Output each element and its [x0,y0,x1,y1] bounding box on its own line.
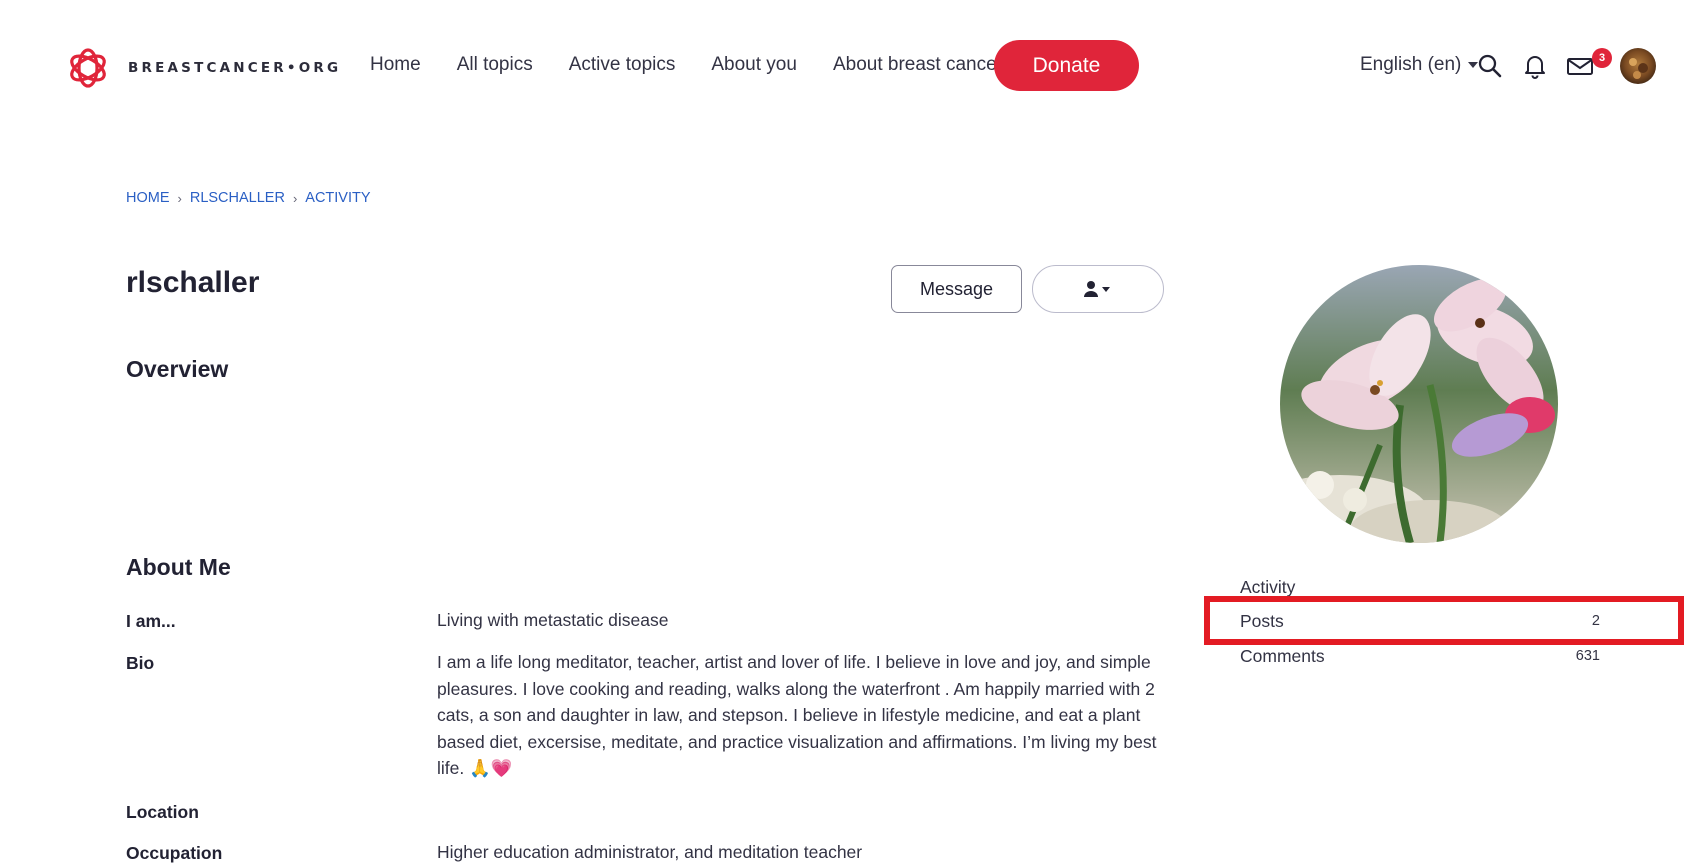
iam-label: I am... [126,611,176,631]
user-options-icon [1084,281,1110,297]
occupation-label: Occupation [126,843,223,863]
language-selector[interactable]: English (en) [1360,54,1479,76]
site-header: BREASTCANCER•ORG Home All topics Active … [0,0,1706,134]
bell-icon[interactable] [1522,53,1548,79]
nav-all-topics[interactable]: All topics [457,50,533,80]
main-nav: Home All topics Active topics About you … [370,50,1039,80]
search-icon[interactable] [1477,53,1503,79]
occupation-value: Higher education administrator, and medi… [437,842,863,862]
language-label: English (en) [1360,54,1462,75]
profile-photo [1280,265,1558,543]
chevron-right-icon: › [292,190,298,206]
breadcrumb-user[interactable]: RLSCHALLER [190,190,285,206]
message-button[interactable]: Message [891,265,1022,313]
message-count-badge[interactable]: 3 [1592,48,1612,68]
profile-username: rlschaller [126,266,260,299]
breastcancer-logo-icon [70,48,106,88]
chevron-right-icon: › [177,190,182,206]
nav-about-you[interactable]: About you [711,50,797,80]
user-avatar[interactable] [1620,48,1656,84]
profile-photo-image [1280,265,1558,543]
overview-heading: Overview [126,356,229,382]
avatar-image [1620,48,1656,84]
breadcrumb: HOME › RLSCHALLER › ACTIVITY [126,190,371,206]
bio-label: Bio [126,653,155,673]
site-logo[interactable]: BREASTCANCER•ORG [66,46,341,90]
about-me-heading: About Me [126,554,231,580]
nav-about-breast-cancer[interactable]: About breast cancer [833,50,1003,80]
nav-home[interactable]: Home [370,50,421,80]
stat-comments-label[interactable]: Comments [1240,646,1325,667]
donate-button[interactable]: Donate [994,40,1139,91]
bio-value: I am a life long meditator, teacher, art… [437,652,1157,778]
breadcrumb-home[interactable]: HOME [126,190,170,206]
highlight-box [1204,596,1684,645]
mail-icon[interactable] [1566,53,1594,79]
iam-value: Living with metastatic disease [437,610,669,630]
stat-comments[interactable]: Comments 631 [1240,641,1600,671]
brand-name: BREASTCANCER•ORG [128,60,342,76]
stat-activity-label[interactable]: Activity [1240,577,1295,598]
stat-comments-count: 631 [1575,648,1600,664]
breadcrumb-activity[interactable]: ACTIVITY [305,190,370,206]
location-label: Location [126,802,199,822]
user-options-dropdown[interactable] [1032,265,1164,313]
nav-active-topics[interactable]: Active topics [569,50,676,80]
